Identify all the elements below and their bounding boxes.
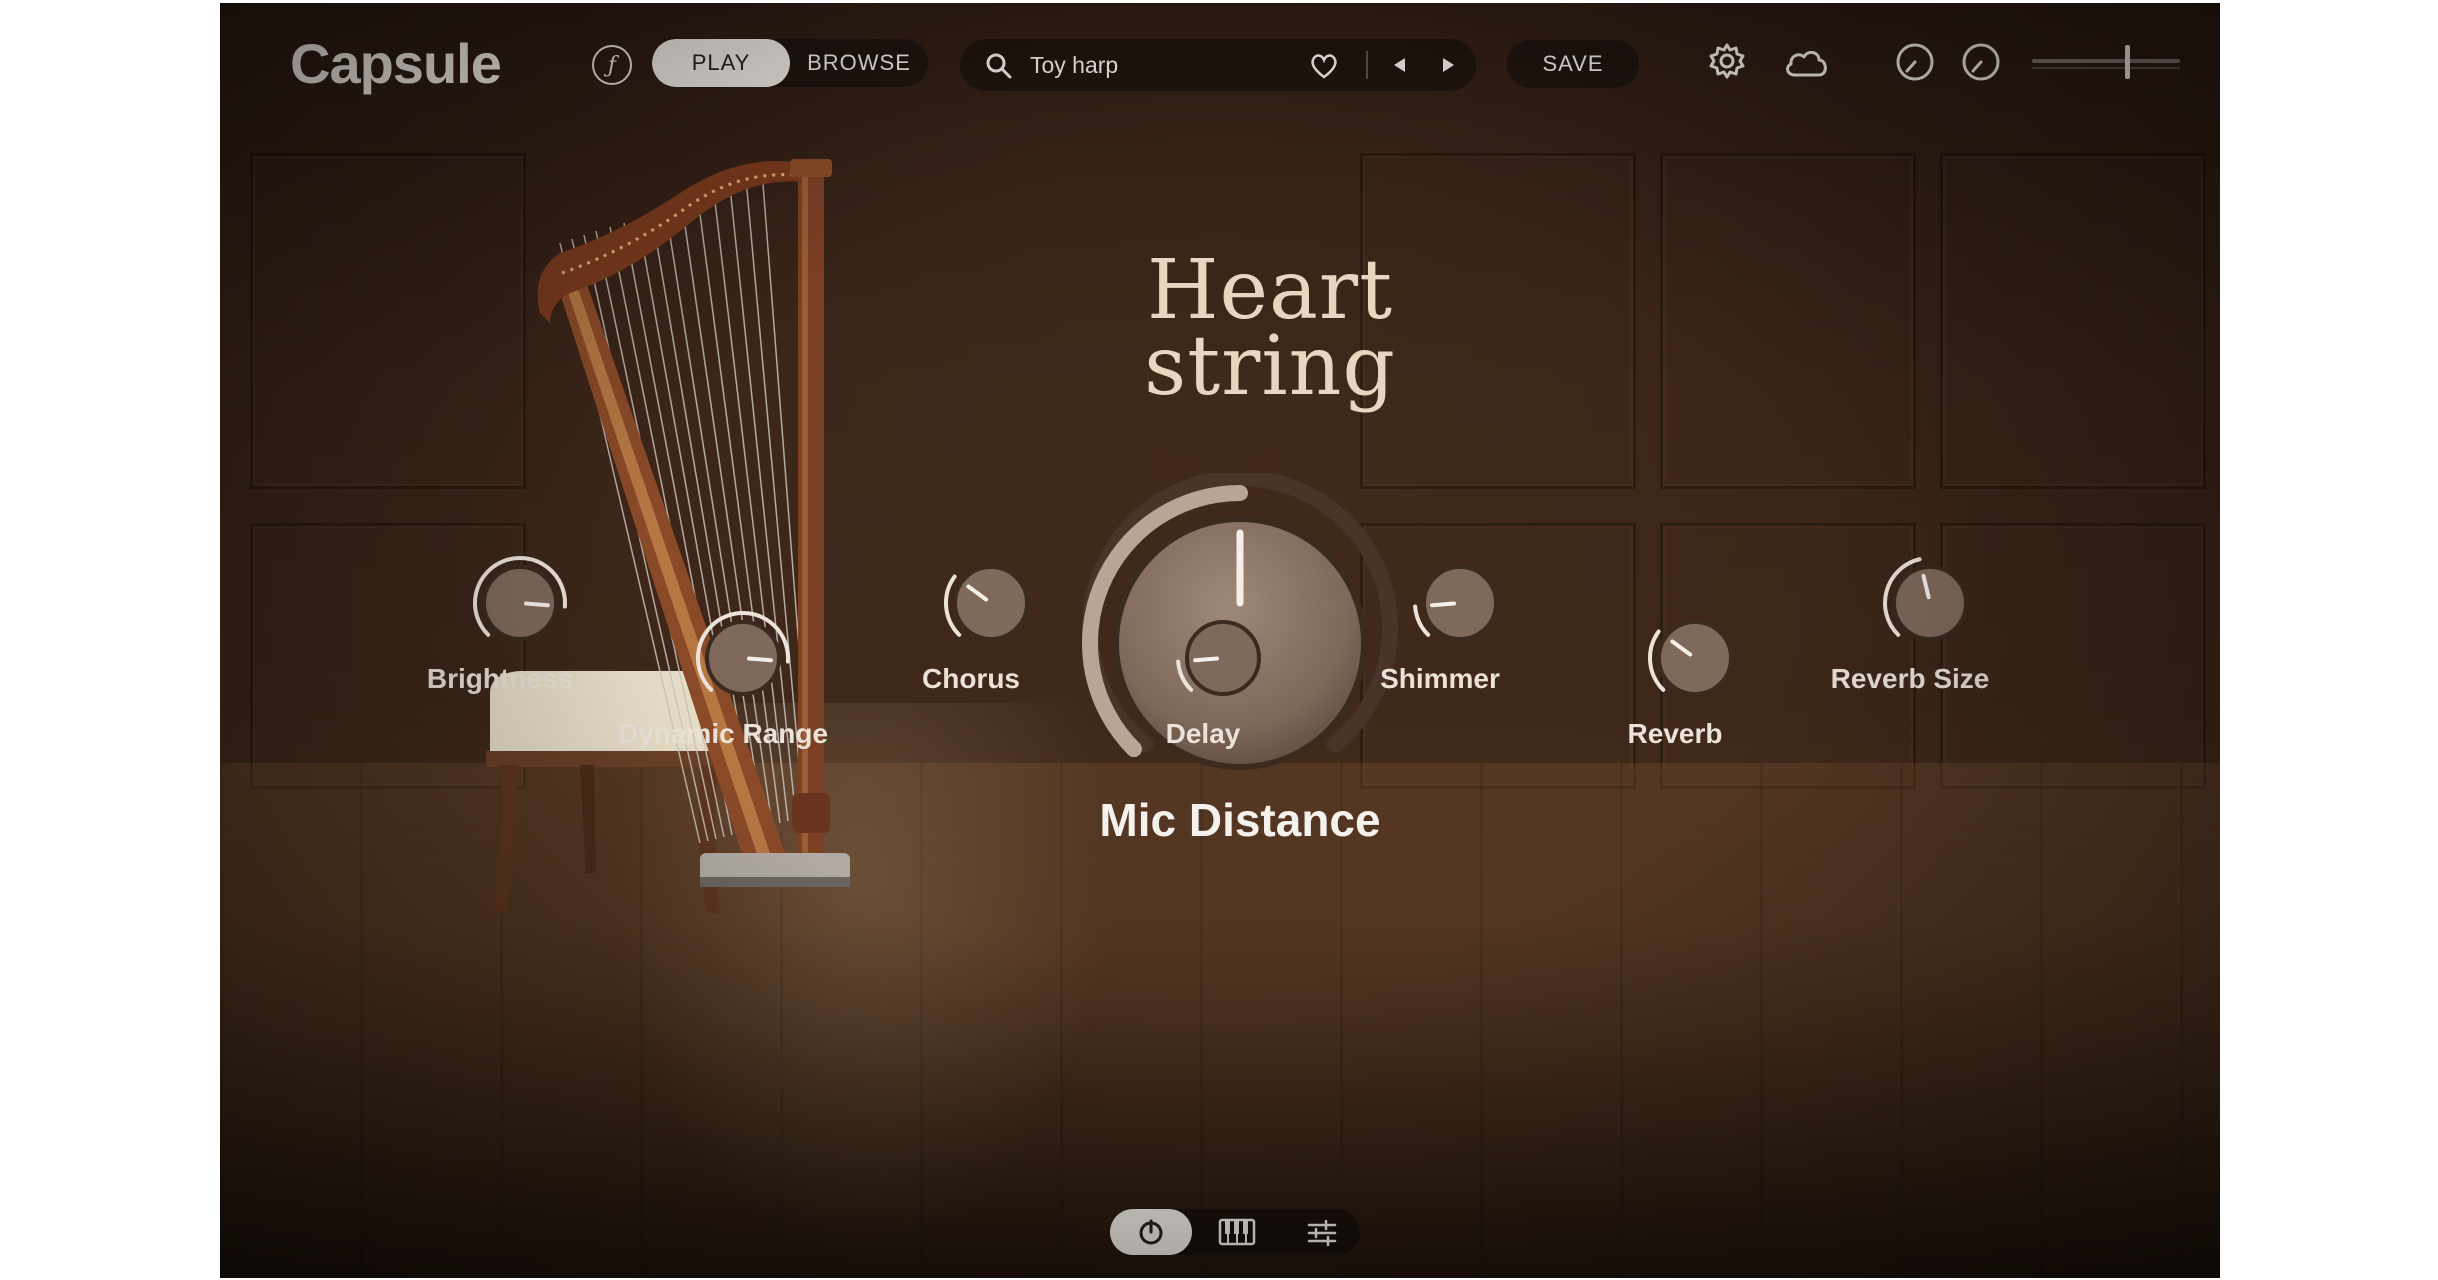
volume-slider-track[interactable] [2032, 59, 2180, 63]
preset-search-bar: Toy harp [960, 39, 1476, 91]
dynamic-range-knob[interactable] [688, 603, 798, 713]
cloud-icon[interactable] [1783, 45, 1829, 79]
flat-icon: ƒ [607, 52, 617, 78]
brightness-label: Brightness [426, 663, 574, 694]
pan-knob-icon[interactable] [1960, 41, 2002, 83]
mode-switch: PLAY BROWSE [652, 39, 928, 87]
preset-name[interactable]: Toy harp [1030, 52, 1118, 79]
plugin-window: Capsule ƒ PLAY BROWSE Toy harp SAVE Hear… [220, 3, 2220, 1278]
shimmer-label: Shimmer [1380, 663, 1500, 694]
instrument-title: Heart string [1070, 243, 1470, 414]
search-icon[interactable] [984, 51, 1014, 81]
instrument-title-line1: Heart [1146, 243, 1394, 338]
tune-knob-icon[interactable] [1894, 41, 1936, 83]
mic-distance-label: Mic Distance [1099, 794, 1381, 846]
chorus-knob[interactable] [936, 548, 1046, 658]
dynamic-range-label: Dynamic Range [617, 718, 829, 749]
delay-knob-pointer [1193, 656, 1220, 663]
reverb-knob-body [1657, 620, 1733, 696]
piano-keys-icon[interactable] [1218, 1218, 1256, 1246]
tab-browse[interactable]: BROWSE [790, 39, 928, 87]
dynamic-range-knob-pointer [746, 656, 773, 663]
reverb-size-knob-body [1892, 565, 1968, 641]
reverb-label: Reverb [1627, 718, 1723, 749]
delay-label: Delay [1165, 718, 1241, 749]
volume-slider-track-shadow [2032, 67, 2180, 69]
wall-panel [1660, 153, 1916, 489]
save-button[interactable]: SAVE [1507, 40, 1639, 88]
next-preset-icon[interactable] [1438, 55, 1458, 75]
delay-knob[interactable] [1168, 603, 1278, 713]
instrument-title-line2: string [1144, 319, 1396, 414]
brightness-knob[interactable] [465, 548, 575, 658]
reverb-size-label: Reverb Size [1830, 663, 1990, 694]
gear-icon[interactable] [1707, 41, 1747, 81]
wall-panel [1940, 153, 2206, 489]
sliders-icon[interactable] [1306, 1219, 1338, 1247]
reverb-knob[interactable] [1640, 603, 1750, 713]
power-icon[interactable] [1136, 1217, 1166, 1247]
shimmer-knob[interactable] [1405, 548, 1515, 658]
bottom-view-switcher [1110, 1209, 1360, 1255]
shimmer-knob-pointer [1430, 601, 1457, 608]
search-divider [1366, 51, 1368, 79]
reverb-size-knob[interactable] [1875, 548, 1985, 658]
app-logo: Capsule [290, 32, 502, 95]
flat-key-button[interactable]: ƒ [592, 45, 632, 85]
chorus-knob-body [953, 565, 1029, 641]
heart-icon[interactable] [1308, 51, 1340, 81]
chorus-label: Chorus [922, 663, 1020, 694]
volume-slider-handle[interactable] [2124, 45, 2130, 79]
tab-play[interactable]: PLAY [652, 39, 790, 87]
previous-preset-icon[interactable] [1390, 55, 1410, 75]
brightness-knob-pointer [523, 601, 550, 608]
